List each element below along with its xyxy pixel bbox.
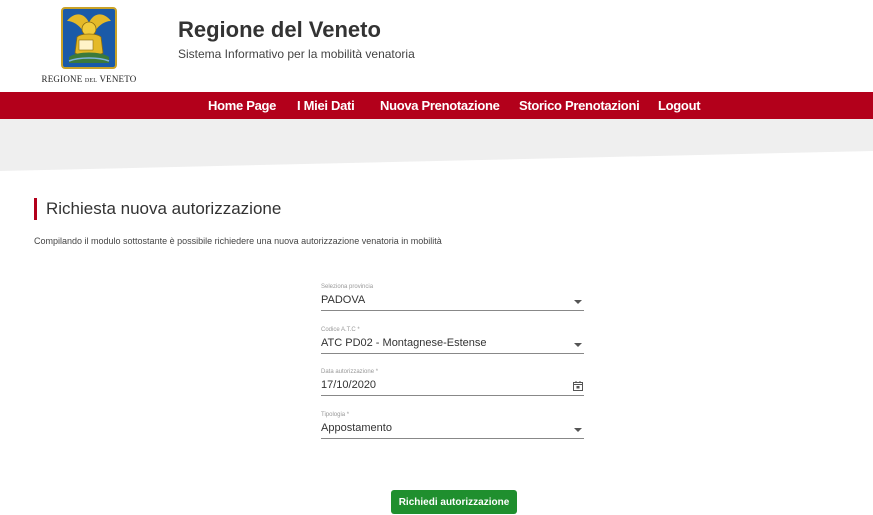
- decorative-band: [0, 119, 873, 171]
- nav-logout[interactable]: Logout: [658, 92, 701, 119]
- regione-logo[interactable]: REGIONE DEL VENETO: [34, 7, 144, 89]
- field-underline: [321, 353, 584, 354]
- lion-of-saint-mark-icon: [61, 7, 117, 69]
- site-header: REGIONE DEL VENETO Regione del Veneto Si…: [0, 0, 873, 92]
- nav-nuova-prenotazione[interactable]: Nuova Prenotazione: [380, 92, 500, 119]
- chevron-down-icon: [574, 343, 582, 347]
- data-autorizzazione-input[interactable]: Data autorizzazione * 17/10/2020: [321, 369, 584, 399]
- nav-i-miei-dati[interactable]: I Miei Dati: [297, 92, 355, 119]
- data-label: Data autorizzazione *: [321, 369, 379, 375]
- site-subtitle: Sistema Informativo per la mobilità vena…: [178, 47, 415, 61]
- section-title: Richiesta nuova autorizzazione: [46, 199, 282, 218]
- chevron-down-icon: [574, 428, 582, 432]
- richiedi-autorizzazione-button[interactable]: Richiedi autorizzazione: [391, 490, 517, 514]
- tipologia-label: Tipologia *: [321, 412, 350, 418]
- atc-select[interactable]: Codice A.T.C * ATC PD02 - Montagnese-Est…: [321, 327, 584, 357]
- logo-caption-regione: REGIONE: [41, 74, 83, 84]
- field-underline: [321, 438, 584, 439]
- provincia-value: PADOVA: [321, 294, 366, 306]
- tipologia-select[interactable]: Tipologia * Appostamento: [321, 412, 584, 442]
- logo-caption: REGIONE DEL VENETO: [34, 74, 144, 84]
- data-value: 17/10/2020: [321, 379, 377, 391]
- heading-accent-bar: [34, 198, 37, 220]
- provincia-label: Seleziona provincia: [321, 284, 374, 290]
- nav-home-page[interactable]: Home Page: [208, 92, 276, 119]
- chevron-down-icon: [574, 300, 582, 304]
- field-underline: [321, 395, 584, 396]
- logo-caption-del: DEL: [84, 78, 98, 84]
- nav-storico-prenotazioni[interactable]: Storico Prenotazioni: [519, 92, 640, 119]
- calendar-icon[interactable]: [573, 381, 583, 391]
- site-title[interactable]: Regione del Veneto: [178, 17, 381, 43]
- provincia-select[interactable]: Seleziona provincia PADOVA: [321, 284, 584, 314]
- atc-label: Codice A.T.C *: [321, 327, 360, 333]
- tipologia-value: Appostamento: [321, 422, 392, 434]
- main-navbar: Home Page I Miei Dati Nuova Prenotazione…: [0, 92, 873, 119]
- logo-caption-veneto: VENETO: [99, 74, 137, 84]
- field-underline: [321, 310, 584, 311]
- atc-value: ATC PD02 - Montagnese-Estense: [321, 337, 487, 349]
- intro-text: Compilando il modulo sottostante è possi…: [34, 236, 442, 246]
